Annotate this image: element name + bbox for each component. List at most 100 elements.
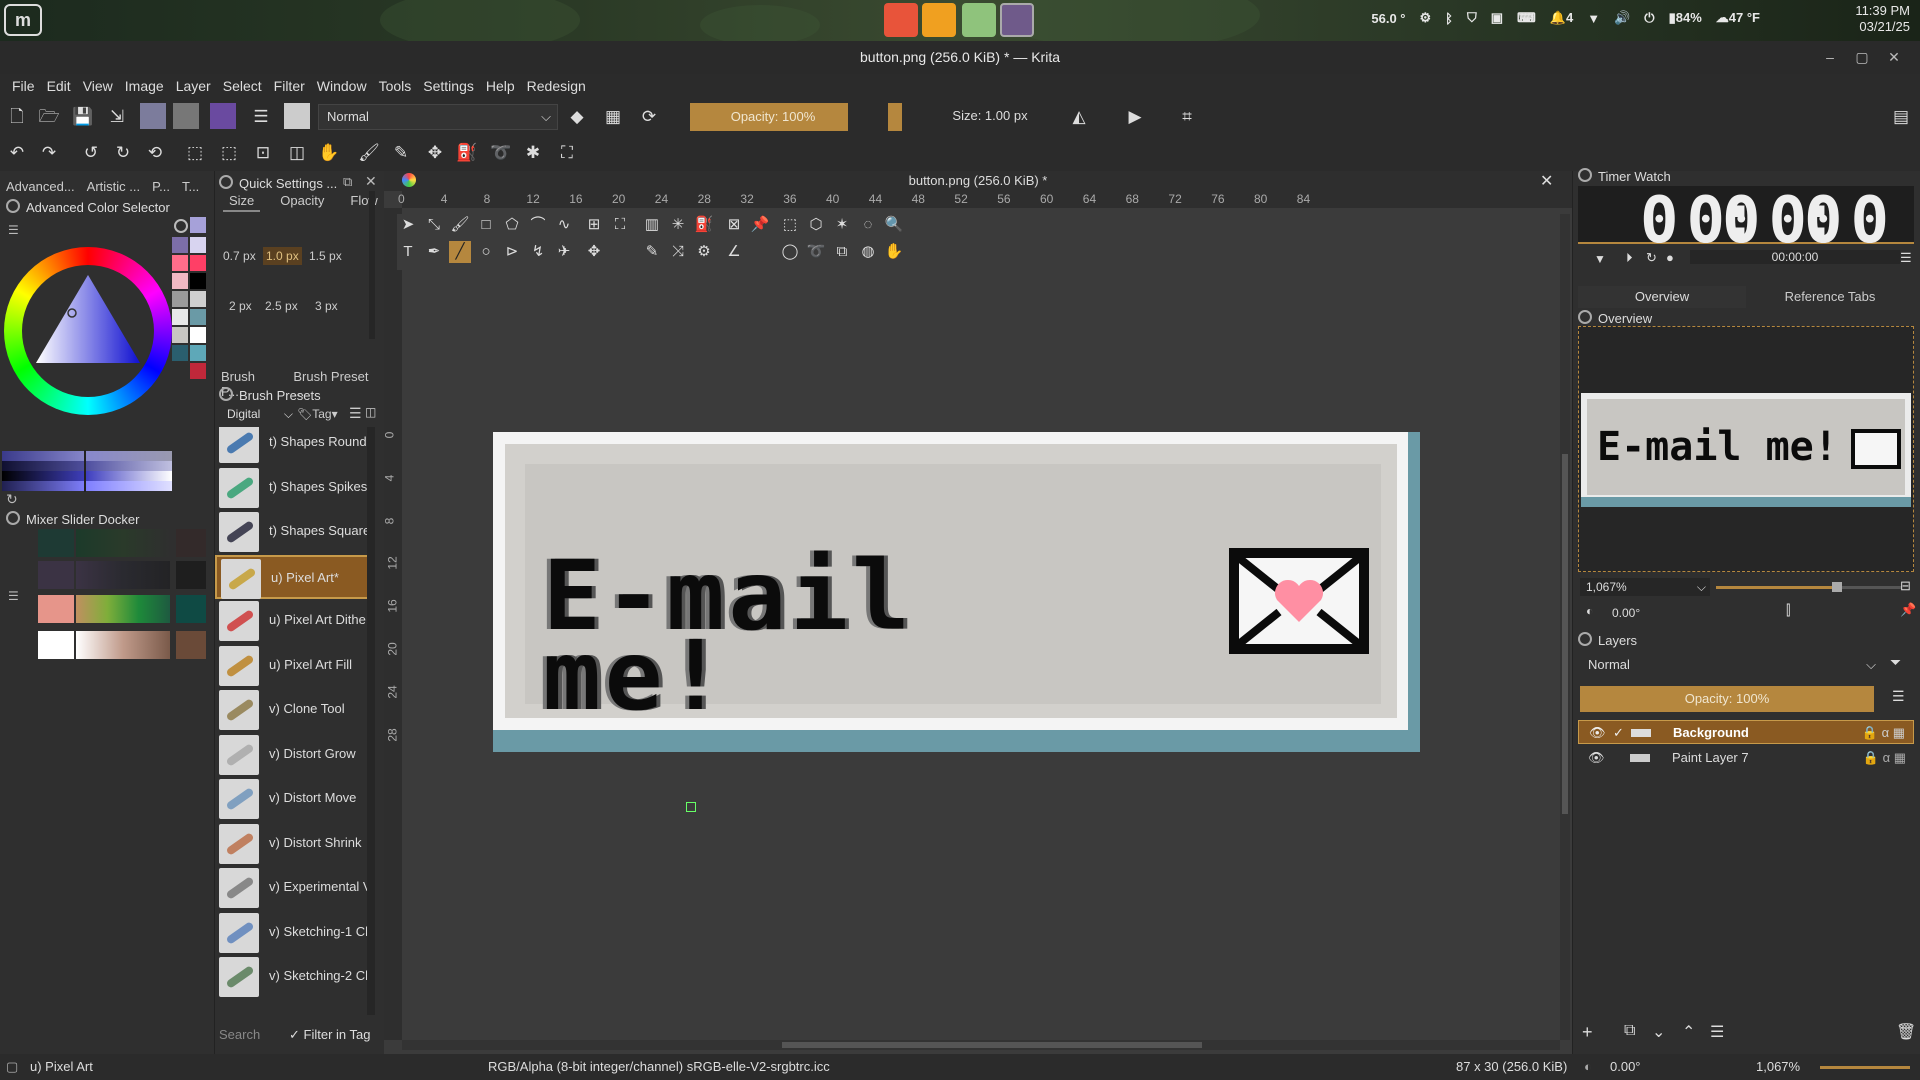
size-option[interactable]: 3 px — [315, 299, 338, 313]
size-option[interactable]: 0.7 px — [223, 249, 256, 263]
bezier-select-icon[interactable]: ◌ — [857, 214, 879, 236]
rotate-right-icon[interactable]: ↻ — [112, 142, 134, 164]
line-tool-icon[interactable]: ╱ — [449, 241, 471, 263]
rotate-dial-icon[interactable]: ◐ — [1586, 604, 1593, 618]
gradient-tool-icon[interactable]: ▥ — [641, 214, 663, 236]
timer-menu-icon[interactable]: ☰ — [1900, 250, 1912, 266]
brush-preset-icon[interactable] — [284, 103, 310, 129]
menu-image[interactable]: Image — [119, 74, 170, 99]
freehand-path-icon[interactable]: ∿ — [553, 214, 575, 236]
size-option-selected[interactable]: 1.0 px — [263, 247, 302, 265]
power-icon[interactable]: ⏻ — [1644, 10, 1654, 26]
open-icon[interactable]: 🗁 — [38, 106, 60, 128]
menu-view[interactable]: View — [77, 74, 119, 99]
layer-row-background[interactable]: 👁 ✓ Background 🔒 α ▦ — [1578, 720, 1914, 744]
preset-item[interactable]: v) Sketching-1 Ch — [215, 911, 375, 955]
menu-layer[interactable]: Layer — [170, 74, 217, 99]
move-tool-icon[interactable]: ✥ — [583, 241, 605, 263]
swatch[interactable] — [172, 291, 188, 307]
tab-advanced[interactable]: Advanced... — [0, 177, 81, 196]
mirror-horizontal-icon[interactable]: ◭ — [1068, 106, 1090, 128]
mixer-swatch[interactable] — [38, 529, 74, 557]
edit-shape-icon[interactable]: ⤡ — [423, 214, 445, 236]
pin-icon[interactable]: 📌 — [749, 214, 771, 236]
swatch[interactable] — [172, 237, 188, 253]
swatch[interactable] — [172, 327, 188, 343]
ellipse-select-icon[interactable]: ◯ — [779, 241, 801, 263]
flow-indicator[interactable] — [888, 103, 902, 131]
tag-button[interactable]: 🏷Tag▾ — [297, 407, 338, 421]
preset-scrollbar[interactable] — [367, 427, 375, 1015]
rotation-input[interactable]: 0.00° — [1606, 604, 1676, 622]
document-tab[interactable]: button.png (256.0 KiB) * — [384, 171, 1572, 191]
swatch[interactable] — [172, 273, 188, 289]
layer-checkbox[interactable]: ✓ — [1613, 721, 1624, 745]
shade-bar[interactable] — [2, 481, 172, 491]
menu-edit[interactable]: Edit — [41, 74, 77, 99]
save-icon[interactable]: 💾 — [72, 106, 94, 128]
shade-bar[interactable] — [2, 471, 172, 481]
preset-item[interactable]: v) Distort Grow — [215, 733, 375, 777]
minimize-icon[interactable]: – — [1822, 49, 1838, 65]
transform-tool-icon[interactable]: ⊞ — [583, 214, 605, 236]
layer-row-paint7[interactable]: 👁 Paint Layer 7 🔒 α ▦ — [1578, 746, 1914, 770]
menu-select[interactable]: Select — [217, 74, 268, 99]
menu-file[interactable]: File — [6, 74, 41, 99]
rotate-left-icon[interactable]: ↺ — [80, 142, 102, 164]
measure-icon[interactable]: ∠ — [723, 241, 745, 263]
freehand-brush-icon[interactable]: 🖌 — [449, 214, 471, 236]
tag-select[interactable]: Digital ⌵ — [219, 405, 295, 425]
alpha-lock-icon[interactable]: ▦ — [602, 106, 624, 128]
refresh-icon[interactable]: ↻ — [6, 491, 18, 508]
freehand-select-icon[interactable]: ➰ — [805, 241, 827, 263]
crop-tool-icon[interactable]: ⛶ — [609, 214, 631, 236]
reference-icon[interactable]: ⚙ — [693, 241, 715, 263]
preset-item[interactable]: v) Experimental V — [215, 866, 375, 910]
overview-panel[interactable]: E-mail me! — [1578, 326, 1914, 572]
rect-select-icon[interactable]: ⬚ — [779, 214, 801, 236]
export-icon[interactable]: ⇲ — [106, 106, 128, 128]
lasso-icon[interactable]: ➰ — [490, 142, 512, 164]
swatch[interactable] — [172, 255, 188, 271]
ruler-vertical[interactable]: 0 4 8 12 16 20 24 28 — [382, 208, 402, 1040]
zoom-input[interactable]: 1,067% ⌵ — [1580, 578, 1710, 596]
size-option[interactable]: 1.5 px — [309, 249, 342, 263]
display-icon[interactable]: ▣ — [1491, 10, 1503, 26]
timer-record-icon[interactable]: ● — [1666, 250, 1674, 265]
swatch[interactable] — [172, 309, 188, 325]
swatch[interactable] — [190, 237, 206, 253]
brush-tool-icon[interactable]: 🖌 — [358, 142, 380, 164]
size-option[interactable]: 2.5 px — [265, 299, 298, 313]
ellipse-icon[interactable]: ○ — [475, 241, 497, 263]
maximize-icon[interactable]: ▢ — [1854, 49, 1870, 65]
add-layer-icon[interactable]: + — [1582, 1022, 1593, 1043]
tab-p[interactable]: P... — [146, 177, 176, 196]
mirror-vertical-icon[interactable]: ▶ — [1124, 106, 1146, 128]
eraser-icon[interactable]: ◆ — [566, 106, 588, 128]
filter-in-tag-checkbox[interactable]: ✓ Filter in Tag — [289, 1027, 370, 1043]
status-rotate-icon[interactable]: ◐ — [1584, 1054, 1592, 1080]
firefox-launcher-icon[interactable] — [884, 3, 918, 37]
visibility-eye-icon[interactable]: 👁 — [1588, 746, 1605, 770]
eyedropper-icon[interactable]: ✎ — [641, 241, 663, 263]
mixer-menu-icon[interactable]: ☰ — [8, 589, 24, 603]
krita-launcher-icon[interactable] — [1000, 3, 1034, 37]
size-option[interactable]: 2 px — [229, 299, 252, 313]
preset-item[interactable]: u) Pixel Art* — [215, 554, 375, 599]
fit-icon[interactable]: ⊟ — [1900, 578, 1911, 594]
zoom-icon[interactable]: 🔍 — [883, 214, 905, 236]
preset-item[interactable]: v) Clone Tool — [215, 688, 375, 732]
swatch[interactable] — [190, 345, 206, 361]
preset-search-input[interactable]: Search — [219, 1027, 260, 1042]
menu-settings[interactable]: Settings — [417, 74, 480, 99]
layer-blend-select[interactable]: Normal ⌵ — [1582, 654, 1882, 676]
layer-filter-icon[interactable]: ⏷ — [1890, 654, 1901, 671]
network-icon[interactable]: ⚙ — [1420, 10, 1432, 26]
calligraphy-icon[interactable]: ✒ — [423, 241, 445, 263]
keyboard-icon[interactable]: ⌨ — [1517, 10, 1536, 26]
fill-icon[interactable]: ⛽ — [456, 142, 478, 164]
swatch[interactable] — [190, 217, 206, 233]
scrollbar[interactable] — [369, 191, 375, 339]
new-document-icon[interactable]: 🗋 — [6, 106, 28, 128]
status-color-profile[interactable]: RGB/Alpha (8-bit integer/channel) sRGB-e… — [488, 1054, 830, 1080]
